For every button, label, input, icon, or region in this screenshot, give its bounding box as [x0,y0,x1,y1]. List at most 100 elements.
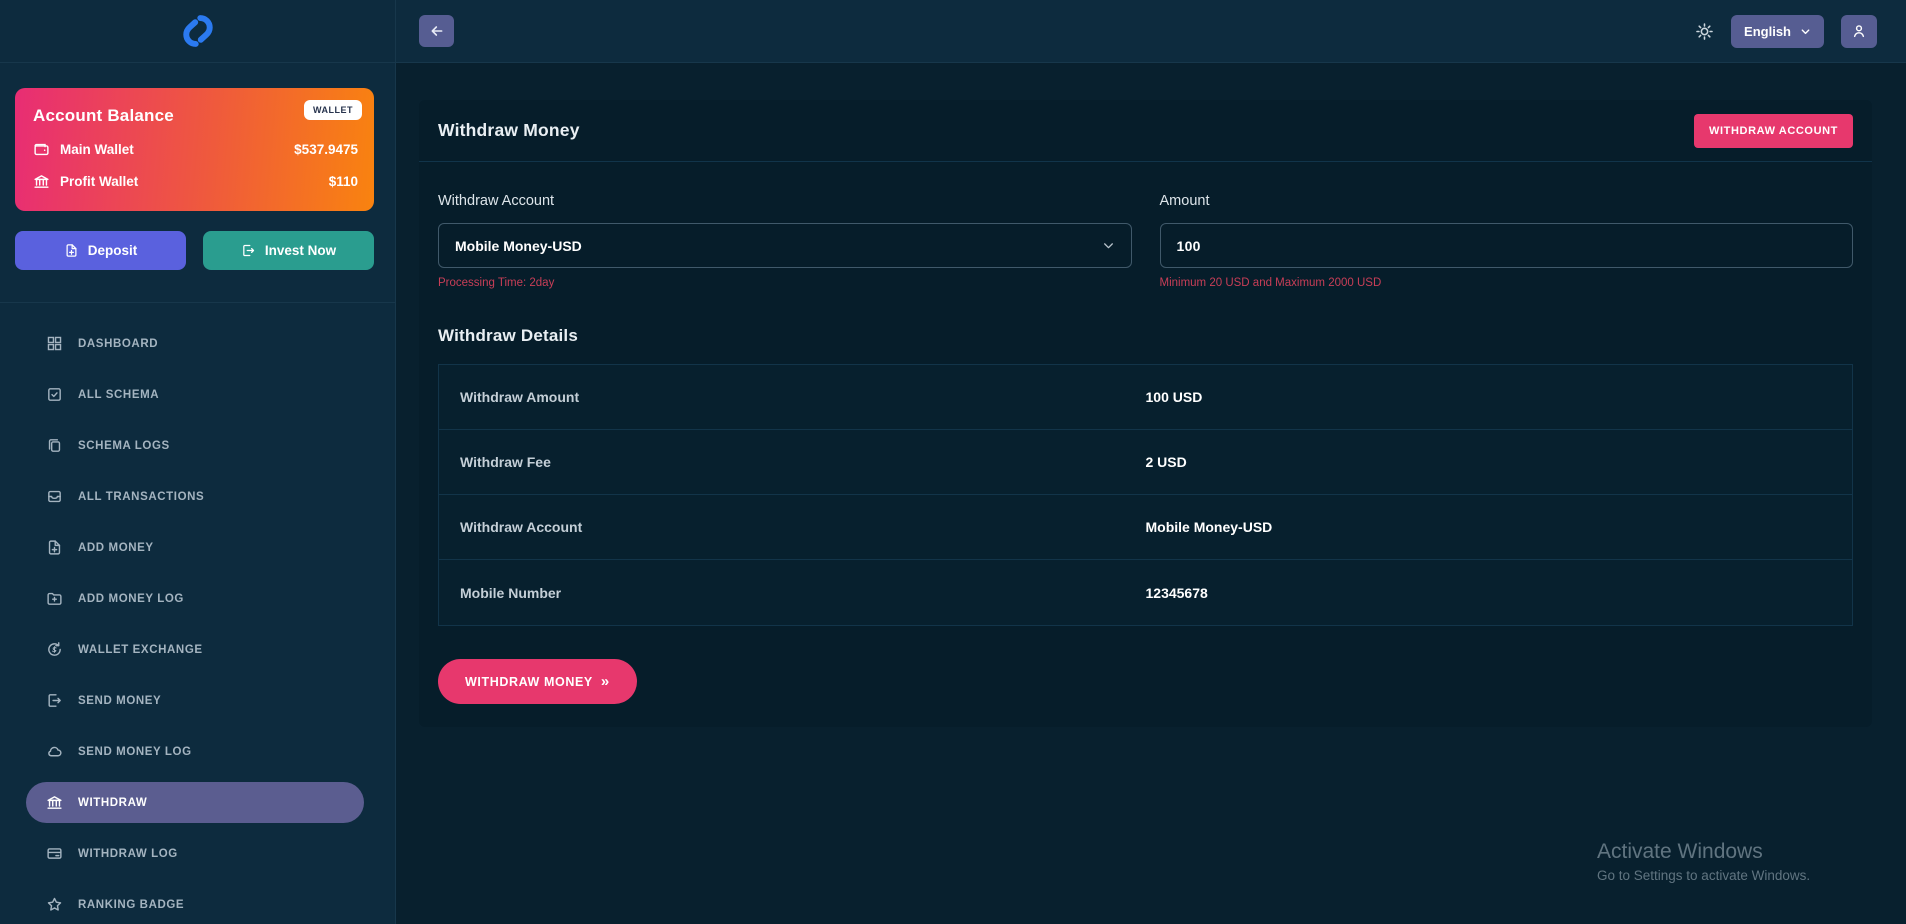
main-wallet-value: $537.9475 [294,142,358,157]
sidebar-item-wallet-exchange[interactable]: WALLET EXCHANGE [26,629,364,670]
withdraw-account-select[interactable]: Mobile Money-USD [438,223,1132,268]
withdraw-details-title: Withdraw Details [438,326,1853,346]
profit-wallet-label: Profit Wallet [60,174,138,189]
wallet-badge: WALLET [304,100,362,120]
double-chevron-right-icon: » [601,674,610,689]
sidebar-item-schema-logs[interactable]: SCHEMA LOGS [26,425,364,466]
brand-logo-icon[interactable] [177,10,219,52]
main-wallet-row: Main Wallet $537.9475 [33,141,358,158]
card-header: Withdraw Money WITHDRAW ACCOUNT [419,100,1872,162]
sidebar-item-ranking-badge[interactable]: RANKING BADGE [26,884,364,924]
arrow-left-icon [429,23,445,39]
amount-label: Amount [1160,193,1854,209]
credit-card-icon [46,845,63,862]
withdraw-account-field-group: Withdraw Account Mobile Money-USD Proces… [438,182,1132,289]
withdraw-account-label: Withdraw Account [438,193,1132,209]
grid-icon [46,335,63,352]
table-row: Withdraw Account Mobile Money-USD [439,495,1852,560]
withdraw-details-table: Withdraw Amount 100 USD Withdraw Fee 2 U… [438,364,1853,626]
amount-input[interactable] [1160,223,1854,268]
sidebar-item-add-money-log[interactable]: ADD MONEY LOG [26,578,364,619]
detail-label: Withdraw Account [439,519,1146,535]
detail-value: 12345678 [1146,585,1853,601]
user-icon [1851,23,1867,39]
sidebar-logo-area [0,0,395,63]
deposit-button-label: Deposit [88,243,138,258]
detail-label: Withdraw Fee [439,454,1146,470]
main-wallet-label: Main Wallet [60,142,134,157]
detail-label: Withdraw Amount [439,389,1146,405]
sidebar-item-label: SEND MONEY LOG [78,746,192,758]
chevron-down-icon [1800,26,1811,37]
sidebar-actions: Deposit Invest Now [15,231,374,270]
table-row: Withdraw Amount 100 USD [439,365,1852,430]
withdraw-account-selected-value: Mobile Money-USD [455,238,582,254]
sidebar-item-withdraw-log[interactable]: WITHDRAW LOG [26,833,364,874]
sidebar-item-send-money[interactable]: SEND MONEY [26,680,364,721]
table-row: Withdraw Fee 2 USD [439,430,1852,495]
sidebar-item-all-transactions[interactable]: ALL TRANSACTIONS [26,476,364,517]
detail-label: Mobile Number [439,585,1146,601]
inbox-icon [46,488,63,505]
profile-button[interactable] [1841,15,1877,48]
amount-limits-helper: Minimum 20 USD and Maximum 2000 USD [1160,277,1854,289]
sidebar-item-withdraw[interactable]: WITHDRAW [26,782,364,823]
withdraw-money-button-label: WITHDRAW MONEY [465,675,593,689]
withdraw-money-card: Withdraw Money WITHDRAW ACCOUNT Withdraw… [419,100,1872,727]
sidebar-item-label: ADD MONEY [78,542,154,554]
topbar: English [396,0,1906,63]
processing-time-helper: Processing Time: 2day [438,277,1132,289]
star-icon [46,896,63,913]
sidebar-item-send-money-log[interactable]: SEND MONEY LOG [26,731,364,772]
invest-now-button[interactable]: Invest Now [203,231,374,270]
withdraw-account-button[interactable]: WITHDRAW ACCOUNT [1694,114,1853,148]
amount-field-group: Amount Minimum 20 USD and Maximum 2000 U… [1160,182,1854,289]
cloud-icon [46,743,63,760]
sidebar-item-label: WITHDRAW LOG [78,848,178,860]
sidebar-item-label: SEND MONEY [78,695,161,707]
export-arrow-icon [241,243,256,258]
detail-value: 2 USD [1146,454,1853,470]
sidebar-item-label: WITHDRAW [78,797,147,809]
detail-value: 100 USD [1146,389,1853,405]
language-label: English [1744,24,1791,39]
detail-value: Mobile Money-USD [1146,519,1853,535]
bank-icon [46,794,63,811]
sidebar-item-all-schema[interactable]: ALL SCHEMA [26,374,364,415]
check-square-icon [46,386,63,403]
sidebar-item-label: ADD MONEY LOG [78,593,184,605]
theme-toggle-sun-icon[interactable] [1695,22,1714,41]
page-title: Withdraw Money [438,120,580,141]
invest-now-button-label: Invest Now [265,243,336,258]
card-body: Withdraw Account Mobile Money-USD Proces… [419,162,1872,704]
sidebar-item-label: ALL SCHEMA [78,389,159,401]
back-button[interactable] [419,15,454,47]
exchange-icon [46,641,63,658]
account-balance-card: Account Balance WALLET Main Wallet $537.… [15,88,374,211]
table-row: Mobile Number 12345678 [439,560,1852,625]
sidebar-item-label: DASHBOARD [78,338,158,350]
main-column: English Withdraw Money WITHDRAW ACCOUNT [396,0,1906,924]
language-dropdown[interactable]: English [1731,15,1824,48]
send-icon [46,692,63,709]
sidebar-item-label: SCHEMA LOGS [78,440,170,452]
sidebar-item-dashboard[interactable]: DASHBOARD [26,323,364,364]
chevron-down-icon [1102,239,1115,252]
app-window: Account Balance WALLET Main Wallet $537.… [0,0,1906,924]
wallet-icon [33,141,50,158]
withdraw-money-button[interactable]: WITHDRAW MONEY » [438,659,637,704]
file-plus-icon [64,243,79,258]
sidebar: Account Balance WALLET Main Wallet $537.… [0,0,396,924]
profit-wallet-row: Profit Wallet $110 [33,173,358,190]
folder-plus-icon [46,590,63,607]
bank-icon [33,173,50,190]
copy-icon [46,437,63,454]
sidebar-item-add-money[interactable]: ADD MONEY [26,527,364,568]
sidebar-nav: DASHBOARD ALL SCHEMA SCHEMA LOGS ALL TRA… [0,303,395,924]
deposit-button[interactable]: Deposit [15,231,186,270]
file-plus-icon [46,539,63,556]
content-area: Withdraw Money WITHDRAW ACCOUNT Withdraw… [396,63,1906,924]
profit-wallet-value: $110 [329,174,358,189]
sidebar-item-label: RANKING BADGE [78,899,184,911]
sidebar-item-label: ALL TRANSACTIONS [78,491,204,503]
